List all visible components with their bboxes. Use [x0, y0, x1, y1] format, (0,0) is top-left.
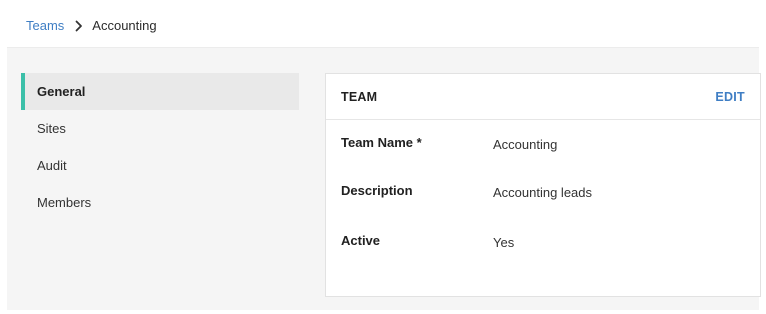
field-row-active: Active Yes [341, 233, 741, 253]
breadcrumb: Teams Accounting [26, 18, 157, 34]
sidebar-item-sites[interactable]: Sites [21, 110, 299, 147]
field-label: Team Name * [341, 135, 422, 150]
page-frame: Teams Accounting General Sites Audit Mem… [7, 4, 761, 310]
breadcrumb-teams-link[interactable]: Teams [26, 18, 64, 34]
card-title: TEAM [341, 90, 378, 104]
sidebar-item-label: General [37, 84, 86, 99]
field-value: Accounting leads [493, 185, 593, 200]
field-label: Active [341, 233, 381, 248]
field-label: Description [341, 183, 413, 198]
edit-button[interactable]: EDIT [715, 90, 745, 104]
field-row-team-name: Team Name * Accounting [341, 135, 741, 155]
sidebar-item-label: Members [37, 195, 92, 210]
card-header: TEAM EDIT [326, 74, 760, 120]
chevron-right-icon [71, 18, 87, 34]
side-nav: General Sites Audit Members [21, 73, 299, 221]
sidebar-item-audit[interactable]: Audit [21, 147, 299, 184]
sidebar-item-general[interactable]: General [21, 73, 299, 110]
field-value: Yes [493, 235, 515, 250]
breadcrumb-bar: Teams Accounting [7, 4, 759, 48]
sidebar-item-label: Audit [37, 158, 67, 173]
field-row-description: Description Accounting leads [341, 183, 741, 203]
sidebar-item-members[interactable]: Members [21, 184, 299, 221]
breadcrumb-current: Accounting [92, 18, 157, 33]
field-value: Accounting [493, 137, 558, 152]
team-card: TEAM EDIT Team Name * Accounting Descrip… [325, 73, 761, 297]
sidebar-item-label: Sites [37, 121, 66, 136]
